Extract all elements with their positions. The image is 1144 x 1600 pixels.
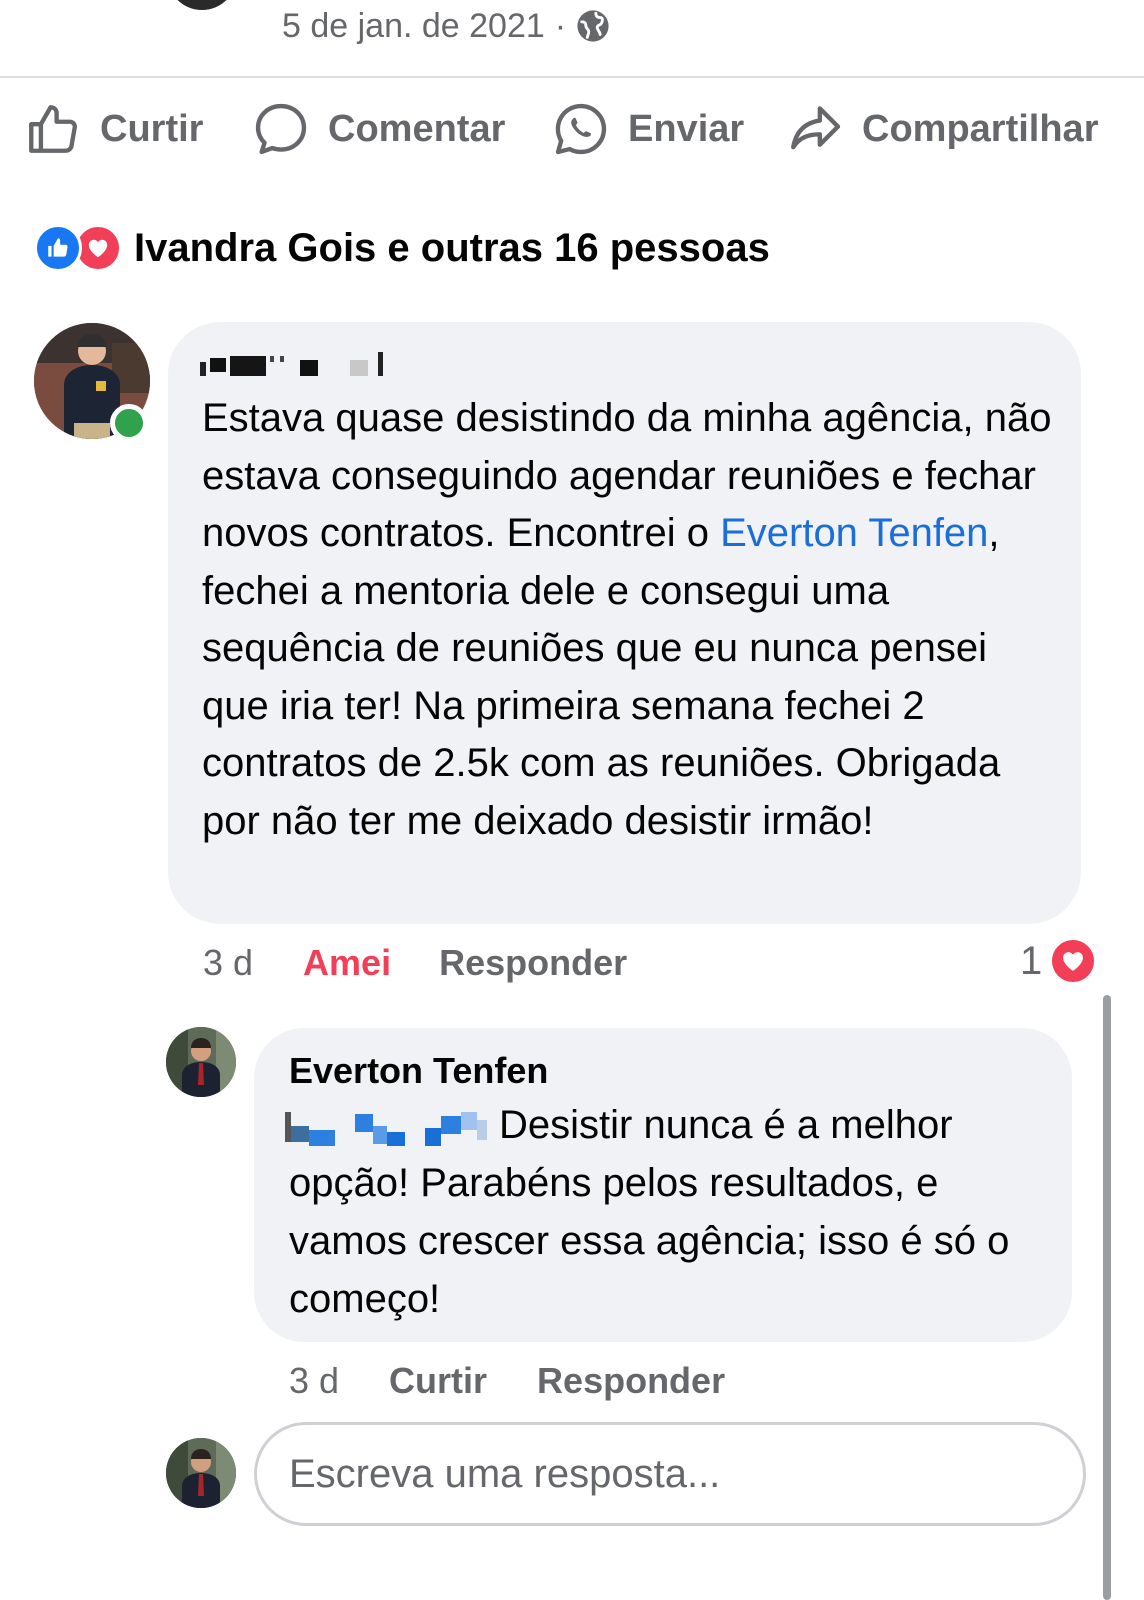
thumbs-up-icon xyxy=(29,105,77,153)
divider xyxy=(0,76,1144,78)
meta-separator: · xyxy=(554,6,567,45)
online-status-indicator xyxy=(110,404,148,442)
heart-icon xyxy=(1048,936,1099,986)
whatsapp-icon xyxy=(555,103,607,155)
current-user-avatar xyxy=(166,1438,236,1508)
reply-author-name[interactable]: Everton Tenfen xyxy=(289,1050,548,1092)
like-button[interactable]: Curtir xyxy=(24,100,203,158)
comment-text: Estava quase desistindo da minha agência… xyxy=(202,390,1062,850)
comment-reaction-count[interactable]: 1 xyxy=(1020,936,1099,986)
share-arrow-icon xyxy=(791,106,841,150)
mention-link[interactable]: Everton Tenfen xyxy=(720,511,988,555)
comment-bubble-icon xyxy=(255,103,307,155)
send-button[interactable]: Enviar xyxy=(552,100,744,158)
share-button[interactable]: Compartilhar xyxy=(786,100,1098,158)
share-label: Compartilhar xyxy=(862,107,1099,150)
globe-icon xyxy=(577,10,609,42)
reply-timestamp[interactable]: 3 d xyxy=(289,1360,339,1402)
reply-input[interactable] xyxy=(254,1422,1086,1526)
comment-timestamp[interactable]: 3 d xyxy=(203,942,253,984)
post-meta: 5 de jan. de 2021 · xyxy=(167,0,610,48)
reply-meta: 3 d Curtir Responder xyxy=(289,1358,725,1404)
reactions-summary[interactable]: Ivandra Gois e outras 16 pessoas xyxy=(34,220,770,276)
comment-text-part: , fechei a mentoria dele e consegui uma … xyxy=(202,511,1001,843)
send-label: Enviar xyxy=(628,107,745,150)
reactions-summary-text: Ivandra Gois e outras 16 pessoas xyxy=(134,225,770,270)
comment-label: Comentar xyxy=(328,107,506,150)
scrollbar[interactable] xyxy=(1103,995,1111,1600)
post-actions: Curtir Comentar Enviar Compartilhar xyxy=(0,92,1144,168)
reply-like-button[interactable]: Curtir xyxy=(389,1360,487,1402)
reply-text: Desistir nunca é a melhor opção! Parabén… xyxy=(289,1103,1010,1321)
reply-author-avatar[interactable] xyxy=(166,1027,236,1097)
like-label: Curtir xyxy=(100,107,204,150)
love-reaction-button[interactable]: Amei xyxy=(303,942,391,984)
reaction-count-number: 1 xyxy=(1020,938,1043,983)
poster-avatar[interactable] xyxy=(167,0,237,10)
comment-button[interactable]: Comentar xyxy=(252,100,505,158)
reply-button[interactable]: Responder xyxy=(439,942,627,984)
reply-reply-button[interactable]: Responder xyxy=(537,1360,725,1402)
like-reaction-icon xyxy=(34,224,82,272)
redacted-author-name xyxy=(200,352,383,376)
comment-meta: 3 d Amei Responder xyxy=(203,940,627,986)
post-date[interactable]: 5 de jan. de 2021 xyxy=(282,7,545,46)
